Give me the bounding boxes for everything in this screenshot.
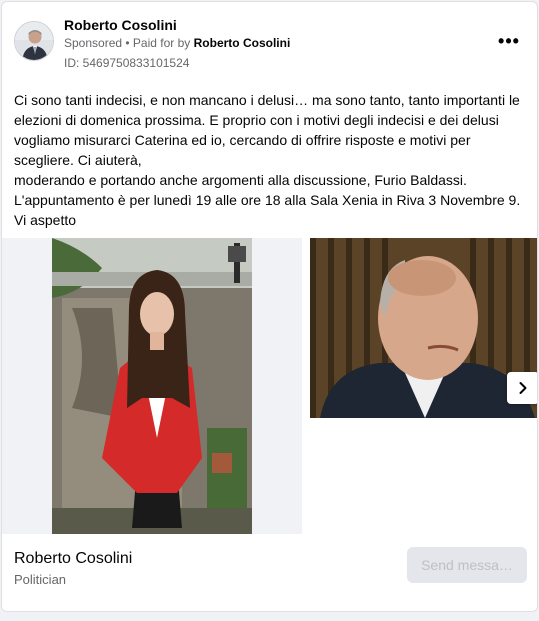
paid-for-label: Paid for by [132,36,194,50]
more-horizontal-icon: ••• [498,31,520,51]
page-name[interactable]: Roberto Cosolini [64,17,177,33]
woman-photo [52,238,252,534]
sponsored-label: Sponsored [64,36,123,50]
chevron-right-icon [519,382,527,394]
image-carousel [2,238,537,534]
separator: • [122,36,133,50]
ad-id: ID: 5469750833101524 [64,56,190,70]
send-message-button[interactable]: Send messa… [407,547,527,583]
more-options-button[interactable]: ••• [493,29,525,53]
avatar[interactable] [14,21,54,61]
ad-body-text: Ci sono tanti indecisi, e non mancano i … [14,90,529,230]
body-paragraph: moderando e portando anche argomenti all… [14,172,467,188]
body-paragraph: Ci sono tanti indecisi, e non mancano i … [14,92,520,168]
ad-footer: Roberto Cosolini Politician Send messa… [2,534,537,611]
sponsored-line: Sponsored • Paid for by Roberto Cosolini [64,36,290,50]
man-photo [310,238,537,418]
carousel-next-button[interactable] [507,372,537,404]
carousel-slide-man-photo[interactable] [310,238,537,418]
ad-card: Roberto Cosolini Sponsored • Paid for by… [1,1,538,612]
ad-header: Roberto Cosolini Sponsored • Paid for by… [14,15,525,71]
footer-category: Politician [14,572,67,587]
paid-for-name[interactable]: Roberto Cosolini [194,36,291,50]
carousel-slide-woman-photo[interactable] [2,238,302,534]
body-paragraph: L'appuntamento è per lunedì 19 alle ore … [14,192,521,228]
footer-page-name[interactable]: Roberto Cosolini [14,550,132,568]
